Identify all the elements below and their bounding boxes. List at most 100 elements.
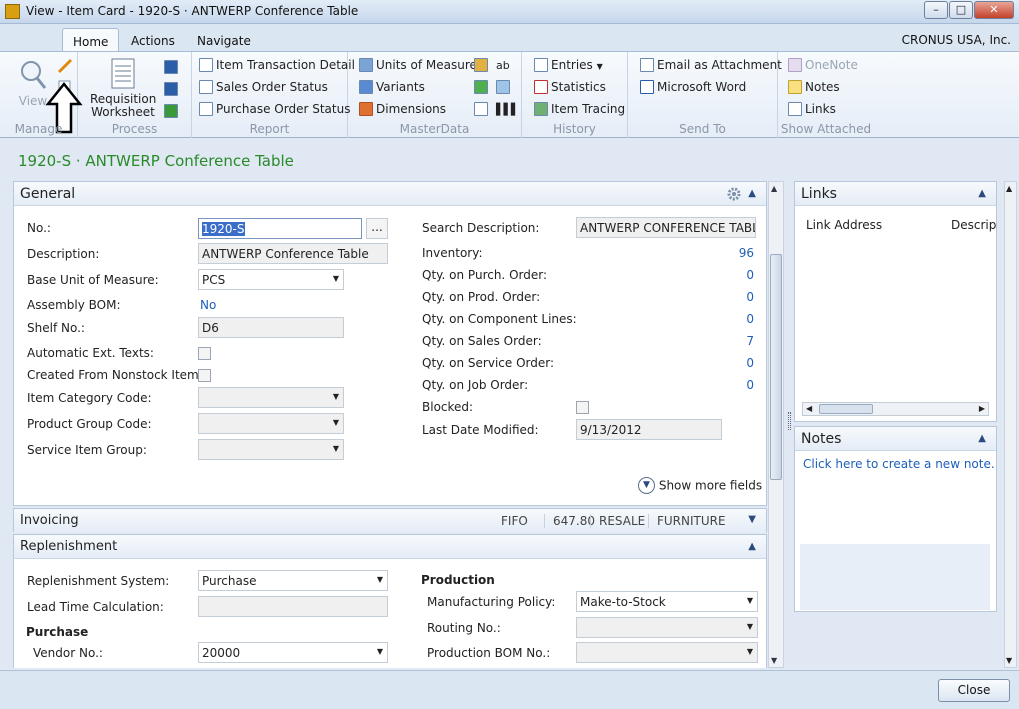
vendor-no-dropdown[interactable]: 20000 xyxy=(198,642,388,663)
picture-button[interactable] xyxy=(496,78,513,96)
search-description-field[interactable]: ANTWERP CONFERENCE TABLE xyxy=(576,217,756,238)
scroll-down-icon[interactable]: ▼ xyxy=(771,656,777,665)
links-button[interactable]: Links xyxy=(788,100,836,118)
close-button[interactable]: Close xyxy=(938,679,1010,702)
assembly-bom-link[interactable]: No xyxy=(200,298,216,312)
no-assist-button[interactable]: ... xyxy=(366,218,388,239)
email-as-attachment-button[interactable]: Email as Attachment xyxy=(640,56,782,74)
service-item-group-dropdown[interactable] xyxy=(198,439,344,460)
manufacturing-policy-dropdown[interactable]: Make-to-Stock xyxy=(576,591,758,612)
fasttab-header-invoicing[interactable]: Invoicing FIFO 647.80 RESALE FURNITURE ▼ xyxy=(14,509,766,533)
substitutions-button[interactable] xyxy=(474,56,491,74)
links-horizontal-scrollbar[interactable]: ◀ ▶ xyxy=(802,402,989,416)
qty-component-lines-value[interactable]: 0 xyxy=(714,312,754,326)
window-close-button[interactable]: ✕ xyxy=(974,1,1014,19)
no-input[interactable]: 1920-S xyxy=(198,218,362,239)
routing-no-dropdown[interactable] xyxy=(576,617,758,638)
links-scroll-thumb[interactable] xyxy=(819,404,873,414)
created-from-nonstock-checkbox[interactable] xyxy=(198,369,211,382)
qty-prod-order-value[interactable]: 0 xyxy=(714,290,754,304)
create-note-link[interactable]: Click here to create a new note. xyxy=(803,457,995,471)
purchase-order-status-button[interactable]: Purchase Order Status xyxy=(199,100,350,118)
worksheet-icon xyxy=(111,58,135,89)
scroll-right-icon[interactable]: ▶ xyxy=(979,404,985,413)
inventory-value[interactable]: 96 xyxy=(714,246,754,260)
collapse-up-icon[interactable]: ▲ xyxy=(748,188,756,199)
variants-button[interactable]: Variants xyxy=(359,78,425,96)
automatic-ext-texts-checkbox[interactable] xyxy=(198,347,211,360)
shelf-no-field[interactable]: D6 xyxy=(198,317,344,338)
field-label-qty-purch-order: Qty. on Purch. Order: xyxy=(422,268,547,282)
collapse-up-icon[interactable]: ▲ xyxy=(978,433,986,444)
collapse-up-icon[interactable]: ▲ xyxy=(978,188,986,199)
base-unit-dropdown[interactable]: PCS xyxy=(198,269,344,290)
dimensions-button[interactable]: Dimensions xyxy=(359,100,446,118)
minimize-button[interactable]: – xyxy=(924,1,948,19)
last-date-modified-field[interactable]: 9/13/2012 xyxy=(576,419,722,440)
item-transaction-detail-button[interactable]: Item Transaction Detail xyxy=(199,56,355,74)
translations-button[interactable]: ab xyxy=(496,56,510,74)
edit-pencil-icon[interactable] xyxy=(56,58,74,74)
field-label-qty-sales-order: Qty. on Sales Order: xyxy=(422,334,542,348)
statistics-icon xyxy=(534,80,548,94)
entries-icon xyxy=(534,58,548,72)
tab-actions[interactable]: Actions xyxy=(121,28,185,52)
factbox-vertical-scrollbar[interactable]: ▲ ▼ xyxy=(1004,181,1017,668)
process-action-2[interactable] xyxy=(164,80,181,98)
main-vertical-scrollbar[interactable]: ▲ ▼ xyxy=(768,181,784,668)
item-tracing-button[interactable]: Item Tracing xyxy=(534,100,625,118)
process-action-1[interactable] xyxy=(164,58,181,76)
qty-purch-order-value[interactable]: 0 xyxy=(714,268,754,282)
production-bom-no-dropdown[interactable] xyxy=(576,642,758,663)
requisition-worksheet-button[interactable]: Requisition Worksheet xyxy=(90,58,156,119)
product-group-code-dropdown[interactable] xyxy=(198,413,344,434)
notes-button[interactable]: Notes xyxy=(788,78,840,96)
factbox-links-header[interactable]: Links ▲ xyxy=(795,182,996,206)
show-more-fields-button[interactable]: ▼ Show more fields xyxy=(638,477,762,494)
collapse-up-icon[interactable]: ▲ xyxy=(748,541,756,552)
entries-button[interactable]: Entries ▼ xyxy=(534,56,603,74)
fasttab-header-replenishment[interactable]: Replenishment ▲ xyxy=(14,535,766,559)
qty-sales-order-value[interactable]: 7 xyxy=(714,334,754,348)
field-label-description: Description: xyxy=(27,247,100,261)
maximize-button[interactable]: □ xyxy=(949,1,973,19)
notes-icon xyxy=(788,80,802,94)
qty-service-order-value[interactable]: 0 xyxy=(714,356,754,370)
scroll-up-icon[interactable]: ▲ xyxy=(771,184,777,193)
scroll-left-icon[interactable]: ◀ xyxy=(806,404,812,413)
fasttab-title-replenishment: Replenishment xyxy=(20,539,118,554)
lead-time-calculation-field[interactable] xyxy=(198,596,388,617)
fasttab-header-general[interactable]: General ▲ xyxy=(14,182,766,206)
microsoft-word-button[interactable]: Microsoft Word xyxy=(640,78,746,96)
statistics-button[interactable]: Statistics xyxy=(534,78,606,96)
units-of-measure-button[interactable]: Units of Measure xyxy=(359,56,477,74)
gear-icon[interactable] xyxy=(726,186,742,202)
tab-navigate[interactable]: Navigate xyxy=(187,28,261,52)
description-field[interactable]: ANTWERP Conference Table xyxy=(198,243,388,264)
barcode-button[interactable]: ▌▌▌ xyxy=(496,100,519,118)
onenote-button[interactable]: OneNote xyxy=(788,56,858,74)
scroll-thumb[interactable] xyxy=(770,254,782,480)
notes-area[interactable] xyxy=(800,544,990,610)
links-icon xyxy=(788,102,802,116)
production-section-header: Production xyxy=(421,573,495,587)
expand-down-icon[interactable]: ▼ xyxy=(748,514,756,525)
blocked-checkbox[interactable] xyxy=(576,401,589,414)
item-category-code-dropdown[interactable] xyxy=(198,387,344,408)
scroll-down-icon[interactable]: ▼ xyxy=(1006,656,1012,665)
microsoft-word-label: Microsoft Word xyxy=(657,80,747,94)
splitter-handle[interactable] xyxy=(788,412,791,430)
field-label-replenishment-system: Replenishment System: xyxy=(27,574,170,588)
cross-references-button[interactable] xyxy=(474,78,491,96)
factbox-notes-header[interactable]: Notes ▲ xyxy=(795,427,996,451)
qty-job-order-value[interactable]: 0 xyxy=(714,378,754,392)
fasttab-invoicing[interactable]: Invoicing FIFO 647.80 RESALE FURNITURE ▼ xyxy=(13,508,767,533)
process-action-3[interactable] xyxy=(164,102,181,120)
sales-order-status-button[interactable]: Sales Order Status xyxy=(199,78,328,96)
replenishment-system-dropdown[interactable]: Purchase xyxy=(198,570,388,591)
factbox-pane: Links ▲ Link Address Descrip ◀ ▶ Notes ▲… xyxy=(794,181,997,668)
item-attributes-button[interactable] xyxy=(474,100,491,118)
field-label-shelf-no: Shelf No.: xyxy=(27,321,85,335)
tab-home[interactable]: Home xyxy=(62,28,120,52)
scroll-up-icon[interactable]: ▲ xyxy=(1006,184,1012,193)
